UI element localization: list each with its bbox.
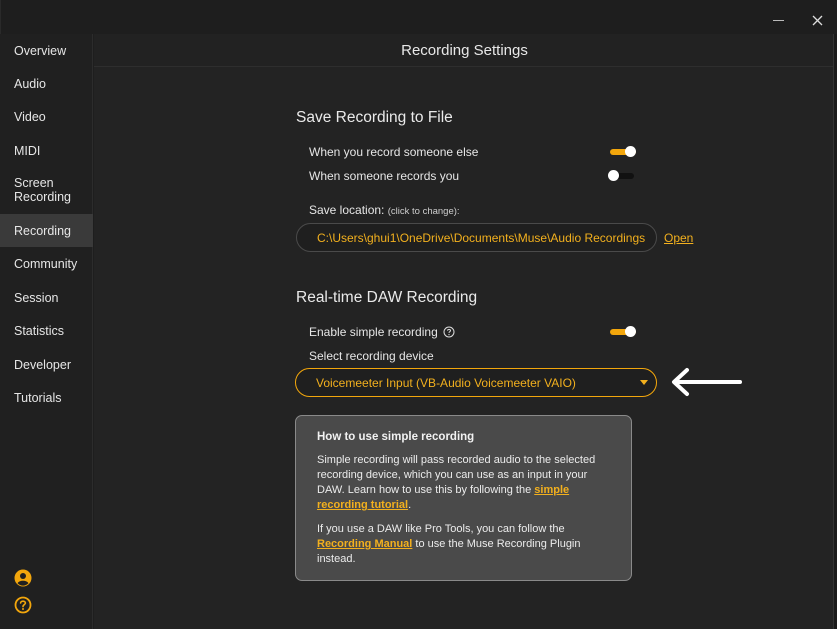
info-icon[interactable] [443,326,455,338]
sidebar-item-tutorials[interactable]: Tutorials [0,381,93,414]
recording-manual-link[interactable]: Recording Manual [317,538,412,550]
sidebar-item-label: Developer [14,357,71,372]
simple-recording-toggle[interactable] [610,326,636,337]
main-content: Recording Settings Save Recording to Fil… [94,34,837,629]
toggle-knob [625,326,636,337]
sidebar-item-label: Overview [14,43,67,58]
help-card-title: How to use simple recording [317,431,475,443]
save-section-title: Save Recording to File [296,109,453,126]
chevron-down-icon [640,380,648,385]
window-edge [833,34,837,629]
simple-recording-text: Enable simple recording [309,325,438,339]
title-bar [0,0,837,34]
recording-device-select[interactable]: Voicemeeter Input (VB-Audio Voicemeeter … [295,368,657,397]
device-label: Select recording device [309,349,434,363]
app-window: Overview Audio Video MIDI Screen Recordi… [0,0,837,629]
help-paragraph-1: Simple recording will pass recorded audi… [317,453,617,513]
minimize-button[interactable] [766,8,790,32]
save-location-label: Save location: (click to change): [309,203,460,217]
sidebar-item-label: Screen Recording [14,176,71,204]
close-button[interactable] [805,8,829,32]
minimize-icon [772,19,784,21]
simple-recording-label: Enable simple recording [309,325,455,339]
save-location-path: C:\Users\ghui1\OneDrive\Documents\Muse\A… [317,231,646,245]
sidebar-item-recording[interactable]: Recording [0,214,93,247]
help-text: . [408,499,412,511]
record-else-toggle[interactable] [610,146,636,157]
sidebar-item-label: Audio [14,76,46,91]
arrow-left-icon [672,368,742,396]
save-location-field[interactable]: C:\Users\ghui1\OneDrive\Documents\Muse\A… [296,223,657,252]
sidebar-item-label: Video [14,110,46,124]
page-header: Recording Settings [94,34,837,67]
sidebar-item-overview[interactable]: Overview [0,34,93,67]
sidebar: Overview Audio Video MIDI Screen Recordi… [0,34,93,629]
help-icon[interactable] [14,596,32,614]
records-you-label: When someone records you [309,169,460,183]
recording-device-value: Voicemeeter Input (VB-Audio Voicemeeter … [316,376,576,390]
sidebar-item-session[interactable]: Session [0,281,93,314]
sidebar-item-statistics[interactable]: Statistics [0,314,93,348]
page-title: Recording Settings [401,42,528,59]
sidebar-item-midi[interactable]: MIDI [0,134,93,167]
toggle-knob [625,146,636,157]
toggle-knob [608,170,619,181]
help-text: If you use a DAW like Pro Tools, you can… [317,523,565,535]
open-folder-link[interactable]: Open [664,231,693,245]
sidebar-item-label: Recording [14,223,71,238]
help-paragraph-2: If you use a DAW like Pro Tools, you can… [317,522,617,567]
sidebar-item-label: Statistics [14,324,65,338]
save-location-hint: (click to change): [387,206,460,217]
help-card: How to use simple recording Simple recor… [295,415,632,581]
sidebar-item-developer[interactable]: Developer [0,348,93,381]
sidebar-item-screen-recording[interactable]: Screen Recording [0,167,93,214]
account-icon[interactable] [14,569,32,587]
sidebar-item-audio[interactable]: Audio [0,67,93,100]
close-icon [812,15,822,25]
sidebar-item-community[interactable]: Community [0,247,93,281]
sidebar-item-label: Session [14,290,59,305]
sidebar-item-video[interactable]: Video [0,100,93,134]
sidebar-item-label: Tutorials [14,390,62,405]
sidebar-item-label: Community [14,257,78,271]
records-you-toggle[interactable] [608,170,634,181]
daw-section-title: Real-time DAW Recording [296,289,478,306]
record-else-label: When you record someone else [309,145,479,159]
sidebar-item-label: MIDI [14,143,41,158]
save-location-text: Save location: [309,203,385,217]
